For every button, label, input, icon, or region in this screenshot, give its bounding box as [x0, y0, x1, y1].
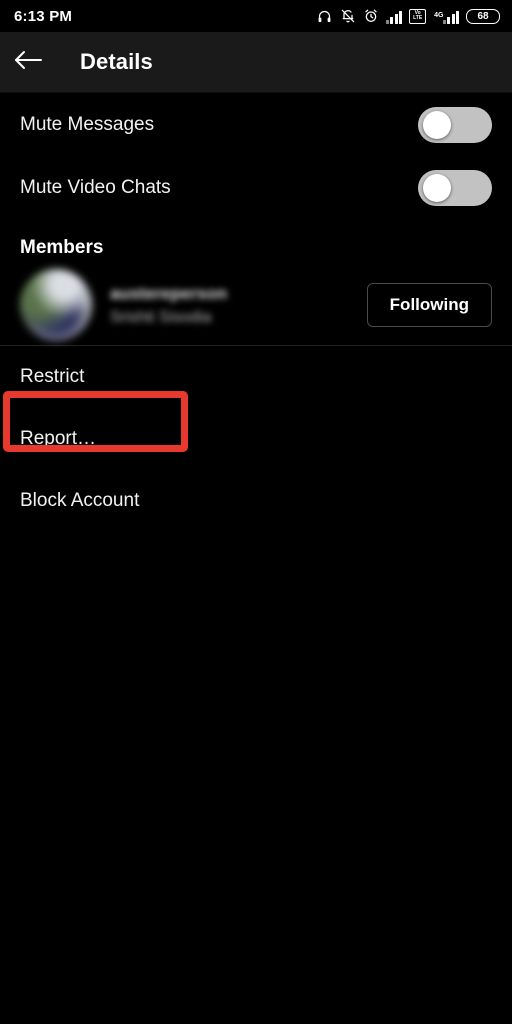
volte-bottom-text: LTE	[413, 15, 423, 21]
action-label-restrict: Restrict	[20, 366, 85, 387]
status-bar: 6:13 PM Vo LTE 4G 68	[0, 0, 512, 32]
action-row-block-account[interactable]: Block Account	[0, 470, 512, 532]
volte-icon: Vo LTE	[409, 8, 427, 24]
action-row-restrict[interactable]: Restrict	[0, 346, 512, 408]
setting-label-mute-video-chats: Mute Video Chats	[20, 176, 171, 198]
signal-bars-secondary-icon: 4G	[433, 9, 459, 24]
alarm-clock-icon	[363, 8, 379, 24]
page-title: Details	[80, 49, 153, 74]
following-button[interactable]: Following	[366, 283, 492, 327]
toggle-knob	[423, 110, 451, 139]
status-bar-time: 6:13 PM	[14, 7, 73, 25]
bell-off-icon	[340, 8, 356, 24]
setting-row-mute-messages[interactable]: Mute Messages	[0, 93, 512, 156]
member-username: austereperson	[110, 283, 228, 303]
member-list-item[interactable]: austereperson Srishti Sisodia Following	[0, 269, 512, 345]
back-button[interactable]	[0, 32, 56, 93]
toggle-mute-messages[interactable]	[418, 106, 492, 143]
member-display-name: Srishti Sisodia	[110, 308, 212, 326]
avatar	[20, 269, 92, 341]
members-section-title: Members	[20, 237, 104, 258]
phone-screen: 6:13 PM Vo LTE 4G 68 Details Mute Messag…	[0, 0, 512, 1024]
setting-label-mute-messages: Mute Messages	[20, 113, 155, 135]
details-content: Mute Messages Mute Video Chats Members a…	[0, 93, 512, 1024]
setting-row-mute-video-chats[interactable]: Mute Video Chats	[0, 156, 512, 219]
action-label-report: Report…	[20, 428, 97, 449]
battery-percent-label: 68	[477, 10, 489, 22]
app-header: Details	[0, 32, 512, 93]
toggle-knob	[423, 173, 451, 202]
headphones-icon	[316, 9, 333, 24]
action-label-block-account: Block Account	[20, 490, 140, 511]
status-bar-icons: Vo LTE 4G 68	[316, 8, 500, 24]
signal-bars-icon	[385, 9, 403, 24]
action-row-report[interactable]: Report…	[0, 408, 512, 470]
member-text-block: austereperson Srishti Sisodia	[110, 284, 227, 327]
toggle-mute-video-chats[interactable]	[418, 169, 492, 206]
network-generation-label: 4G	[434, 11, 444, 19]
battery-icon: 68	[466, 8, 500, 24]
arrow-left-icon	[13, 48, 43, 77]
